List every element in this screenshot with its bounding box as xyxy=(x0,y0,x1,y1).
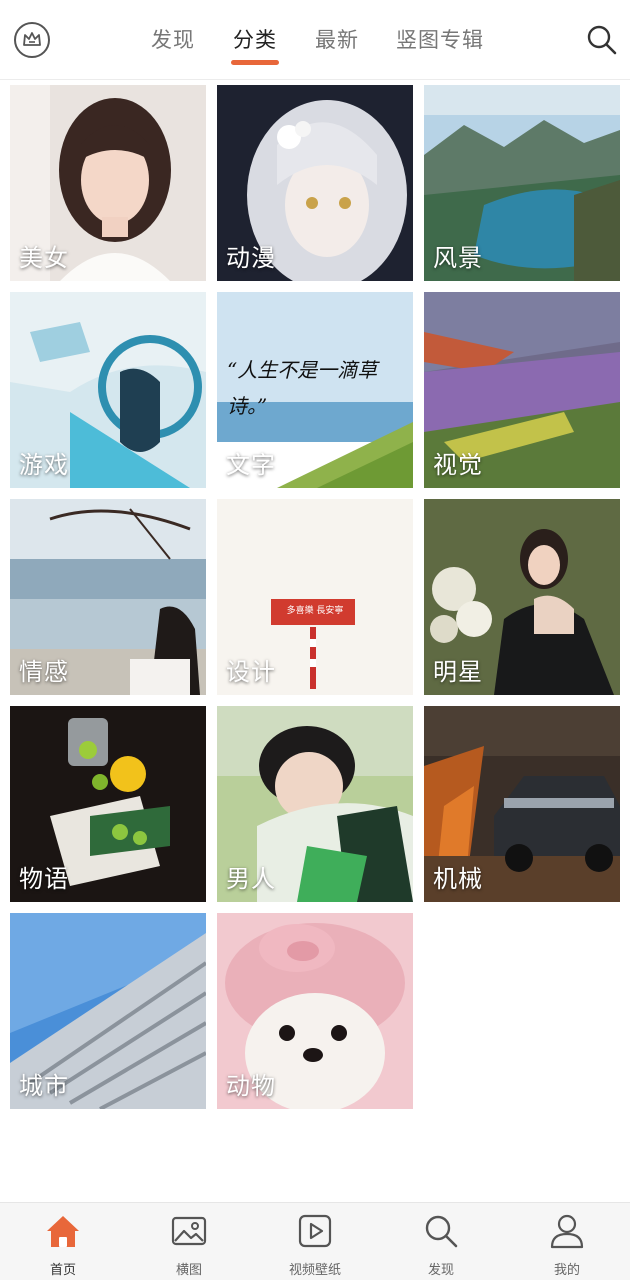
bottom-navigation: 首页 横图 视频壁纸 发现 我的 xyxy=(0,1202,630,1280)
active-tab-indicator xyxy=(231,60,279,65)
nav-label: 首页 xyxy=(49,1263,76,1278)
category-label: 文字 xyxy=(226,451,276,479)
tab-vertical-albums[interactable]: 竖图专辑 xyxy=(396,24,484,54)
nav-label: 发现 xyxy=(427,1263,454,1278)
nav-label: 横图 xyxy=(175,1263,202,1278)
category-label: 游戏 xyxy=(19,451,69,479)
category-label: 明星 xyxy=(433,658,483,686)
nav-item-home[interactable]: 首页 xyxy=(0,1203,126,1280)
video-icon xyxy=(298,1214,332,1248)
category-tile-city[interactable]: 城市 xyxy=(10,913,206,1109)
category-label: 视觉 xyxy=(433,451,483,479)
category-tile-machinery[interactable]: 机械 xyxy=(424,706,620,902)
nav-item-discover[interactable]: 发现 xyxy=(378,1203,504,1280)
category-tile-scenery[interactable]: 风景 xyxy=(424,85,620,281)
nav-item-mine[interactable]: 我的 xyxy=(504,1203,630,1280)
nav-label: 视频壁纸 xyxy=(288,1263,341,1278)
category-label: 美女 xyxy=(19,244,69,272)
search-icon[interactable] xyxy=(586,24,618,56)
category-label: 男人 xyxy=(226,865,276,893)
home-icon xyxy=(47,1216,79,1247)
category-tile-games[interactable]: 游戏 xyxy=(10,292,206,488)
category-tile-beauty[interactable]: 美女 xyxy=(10,85,206,281)
category-tile-visual[interactable]: 视觉 xyxy=(424,292,620,488)
sign-text: 多喜樂 長安寧 xyxy=(286,606,344,616)
category-label: 动物 xyxy=(226,1072,276,1100)
category-tile-story[interactable]: 物语 xyxy=(10,706,206,902)
category-label: 机械 xyxy=(433,865,483,893)
category-tile-animals[interactable]: 动物 xyxy=(217,913,413,1109)
category-label: 动漫 xyxy=(226,244,276,272)
category-label: 风景 xyxy=(433,244,483,272)
category-label: 城市 xyxy=(19,1072,69,1100)
category-label: 情感 xyxy=(19,658,69,686)
category-tile-emotion[interactable]: 情感 xyxy=(10,499,206,695)
category-label: 物语 xyxy=(19,865,69,893)
category-tile-men[interactable]: 男人 xyxy=(217,706,413,902)
quote-text: “人生不是一滴草诗。” xyxy=(227,358,378,418)
tab-latest[interactable]: 最新 xyxy=(315,24,359,54)
image-icon xyxy=(171,1216,207,1246)
category-tile-anime[interactable]: 动漫 xyxy=(217,85,413,281)
category-label: 设计 xyxy=(226,658,276,686)
tab-discover[interactable]: 发现 xyxy=(151,24,195,54)
nav-item-landscape[interactable]: 横图 xyxy=(126,1203,252,1280)
category-tile-design[interactable]: 多喜樂 長安寧 设计 xyxy=(217,499,413,695)
user-icon xyxy=(550,1214,584,1249)
nav-label: 我的 xyxy=(553,1263,580,1278)
tab-categories[interactable]: 分类 xyxy=(233,24,277,54)
category-tile-celebrity[interactable]: 明星 xyxy=(424,499,620,695)
category-tabs: 发现 分类 最新 竖图专辑 xyxy=(0,0,630,80)
nav-item-video-wallpaper[interactable]: 视频壁纸 xyxy=(252,1203,378,1280)
category-tile-text[interactable]: “人生不是一滴草诗。” 文字 xyxy=(217,292,413,488)
search-icon xyxy=(425,1215,458,1248)
top-header: 发现 分类 最新 竖图专辑 xyxy=(0,0,630,80)
